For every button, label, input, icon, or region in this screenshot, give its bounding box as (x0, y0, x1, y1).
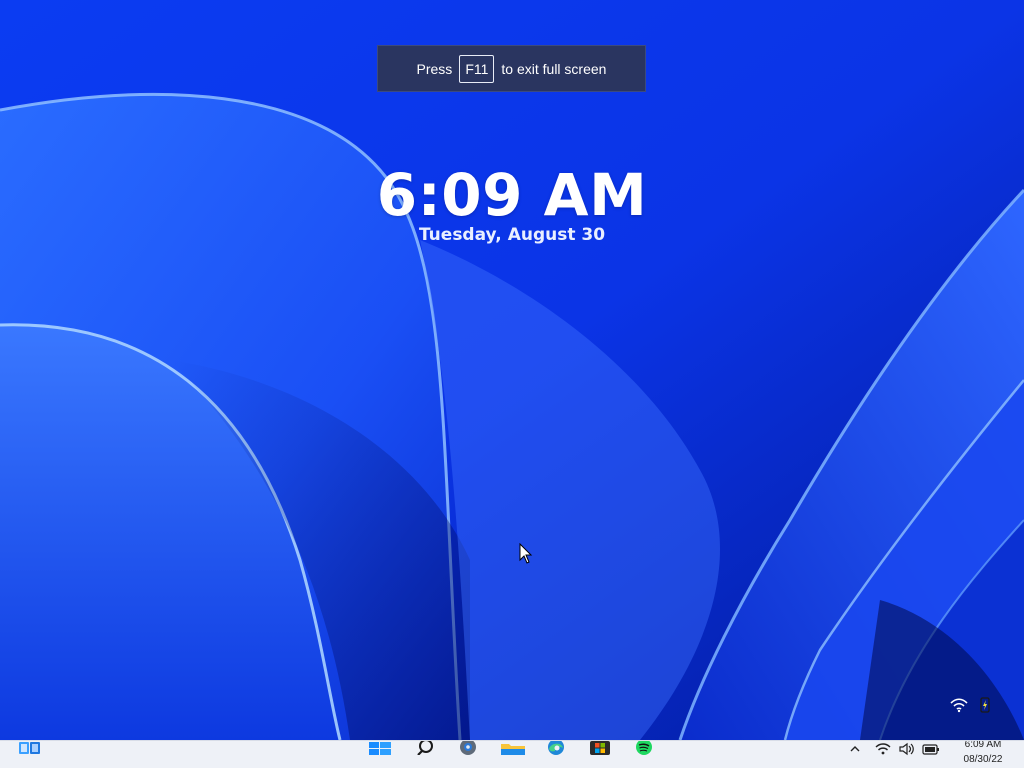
widgets-button[interactable] (16, 741, 44, 768)
edge-icon (548, 741, 564, 755)
f11-key-label: F11 (459, 54, 495, 83)
start-icon (369, 742, 391, 755)
start-button[interactable] (366, 741, 394, 768)
tray-volume-button[interactable] (898, 741, 916, 757)
file-explorer-button[interactable] (499, 741, 527, 768)
edge-button[interactable] (542, 741, 570, 768)
search-button[interactable] (411, 741, 439, 768)
widgets-icon (19, 742, 40, 754)
lock-screen-date: Tuesday, August 30 (418, 225, 606, 245)
wifi-icon (875, 743, 891, 755)
tray-clock-time[interactable]: 6:09 AM (958, 741, 1008, 748)
notice-press-label: Press (416, 60, 453, 77)
tray-clock-date[interactable]: 08/30/22 (958, 754, 1008, 766)
spotify-button[interactable] (630, 741, 658, 768)
search-icon (417, 741, 433, 755)
tray-network-button[interactable] (874, 741, 892, 757)
chevron-up-icon (850, 746, 860, 752)
battery-charging-icon[interactable] (978, 696, 992, 714)
settings-icon (460, 741, 476, 755)
lock-screen-status (950, 694, 992, 716)
volume-icon (899, 742, 914, 756)
desktop-screen: Press F11 to exit full screen 6:09 AM Tu… (0, 0, 1024, 768)
spotify-icon (636, 741, 652, 755)
notice-suffix-label: to exit full screen (501, 60, 607, 77)
taskbar: 6:09 AM 08/30/22 (0, 740, 1024, 768)
show-hidden-icons-button[interactable] (846, 741, 864, 757)
settings-button[interactable] (454, 741, 482, 768)
lock-screen-clock[interactable]: 6:09 AM Tuesday, August 30 (0, 160, 1024, 245)
network-wifi-icon[interactable] (950, 697, 968, 713)
file-explorer-icon (501, 744, 525, 755)
battery-icon (922, 744, 939, 755)
microsoft-store-button[interactable] (586, 741, 614, 768)
fullscreen-exit-notice: Press F11 to exit full screen (377, 45, 646, 92)
microsoft-store-icon (590, 741, 610, 755)
tray-battery-button[interactable] (922, 741, 940, 757)
wallpaper (0, 0, 1024, 740)
lock-screen-time: 6:09 AM (376, 161, 648, 229)
mouse-cursor-icon (519, 543, 533, 564)
